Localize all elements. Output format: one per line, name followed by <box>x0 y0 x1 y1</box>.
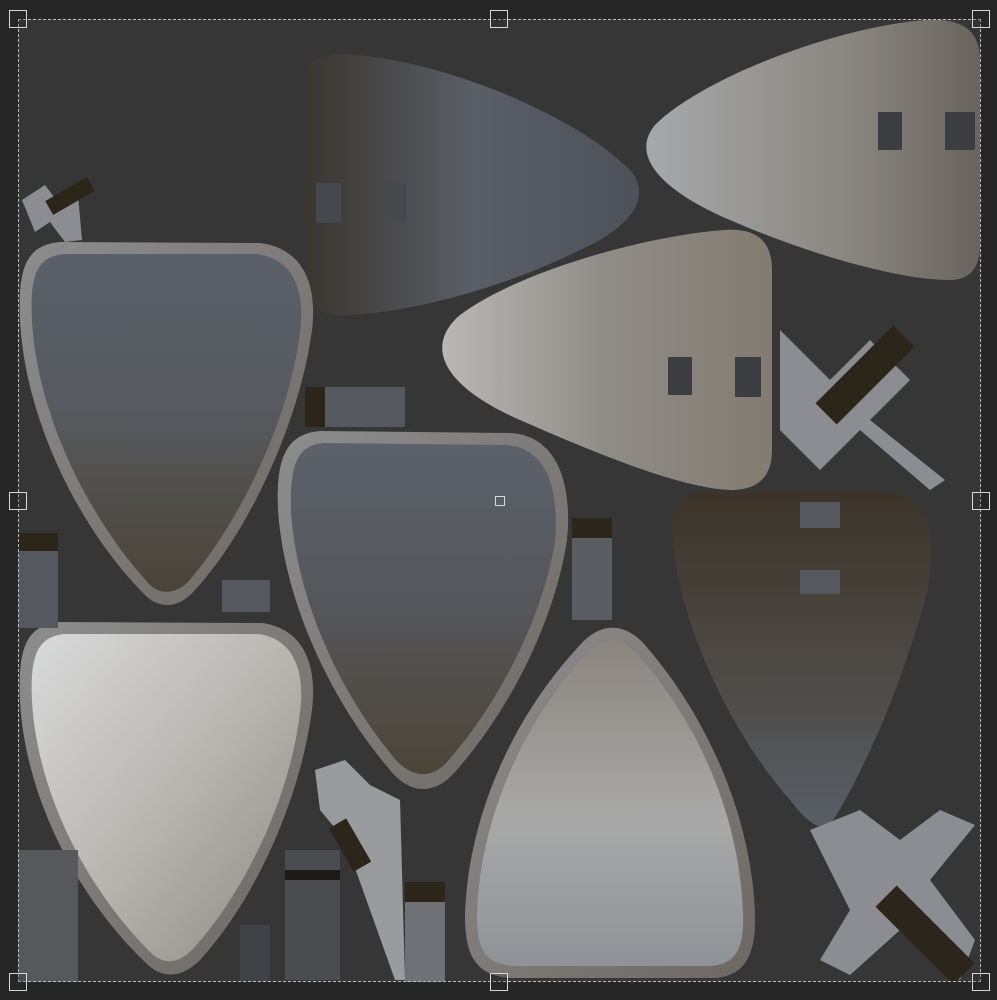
handle-top-right[interactable] <box>972 10 990 28</box>
handle-top-center[interactable] <box>490 10 508 28</box>
uv-island-tab <box>945 112 975 150</box>
handle-middle-right[interactable] <box>972 492 990 510</box>
uv-island-tab <box>384 183 406 223</box>
uv-island-tab <box>316 183 341 223</box>
handle-bottom-left[interactable] <box>9 973 27 991</box>
uv-island-hardware <box>285 850 340 980</box>
uv-island-tab <box>878 112 902 150</box>
handle-top-left[interactable] <box>9 10 27 28</box>
uv-island-hardware <box>222 580 270 612</box>
uv-editor-viewport[interactable] <box>0 0 997 1000</box>
uv-island-tab <box>735 357 761 397</box>
uv-island-tab <box>668 357 692 395</box>
uv-island-tab <box>800 502 840 528</box>
handle-bottom-center[interactable] <box>490 973 508 991</box>
uv-island-hardware <box>240 925 270 982</box>
uv-island-hardware <box>18 850 78 982</box>
uv-island-tab <box>800 570 840 594</box>
pivot-handle[interactable] <box>495 496 505 506</box>
handle-middle-left[interactable] <box>9 492 27 510</box>
handle-bottom-right[interactable] <box>972 973 990 991</box>
